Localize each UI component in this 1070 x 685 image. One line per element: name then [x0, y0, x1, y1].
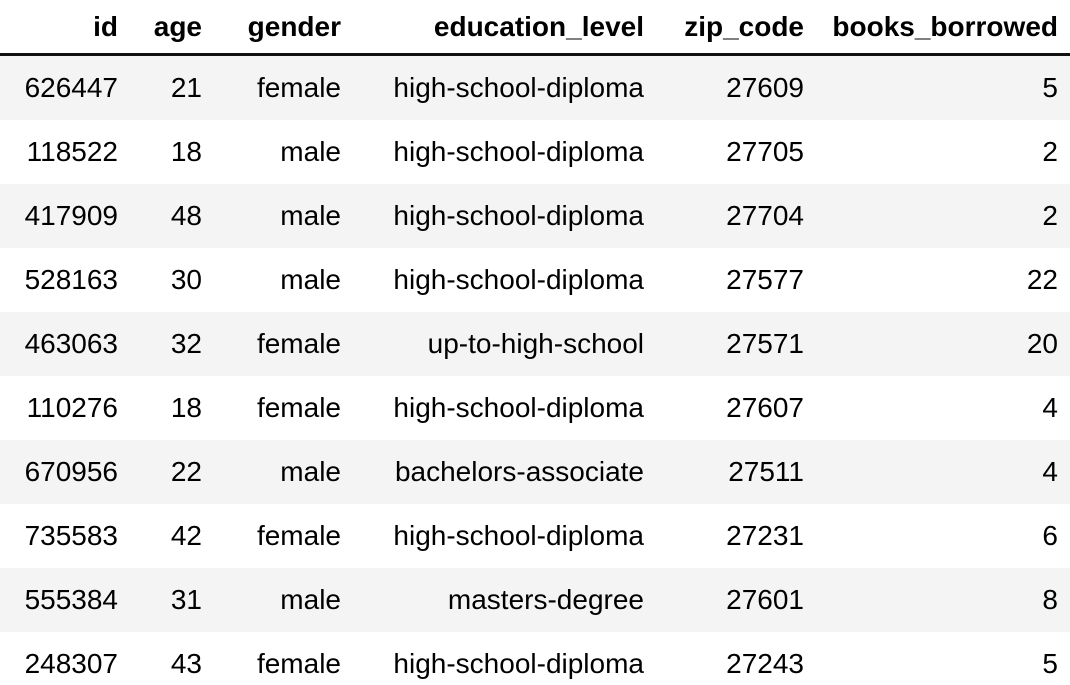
table-row[interactable]: 118522 18 male high-school-diploma 27705 2 — [0, 120, 1070, 184]
cell-gender: female — [202, 376, 342, 440]
cell-gender: female — [202, 312, 342, 376]
data-table: id age gender education_level zip_code b… — [0, 0, 1070, 685]
cell-age: 31 — [130, 568, 202, 632]
cell-gender: female — [202, 504, 342, 568]
cell-books-borrowed: 2 — [804, 184, 1070, 248]
cell-age: 18 — [130, 120, 202, 184]
table-row[interactable]: 735583 42 female high-school-diploma 27231 6 — [0, 504, 1070, 568]
cell-id: 110276 — [0, 376, 130, 440]
cell-id: 463063 — [0, 312, 130, 376]
cell-zip-code: 27607 — [644, 376, 804, 440]
cell-education-level: high-school-diploma — [342, 504, 644, 568]
column-header-age[interactable]: age — [130, 0, 202, 55]
cell-education-level: high-school-diploma — [342, 184, 644, 248]
cell-zip-code: 27231 — [644, 504, 804, 568]
cell-age: 22 — [130, 440, 202, 504]
cell-education-level: high-school-diploma — [342, 248, 644, 312]
table-row[interactable]: 110276 18 female high-school-diploma 27607 4 — [0, 376, 1070, 440]
table-row[interactable]: 463063 32 female up-to-high-school 27571 20 — [0, 312, 1070, 376]
cell-id: 670956 — [0, 440, 130, 504]
cell-zip-code: 27243 — [644, 632, 804, 685]
table-row[interactable]: 626447 21 female high-school-diploma 27609 5 — [0, 54, 1070, 120]
cell-education-level: up-to-high-school — [342, 312, 644, 376]
cell-zip-code: 27704 — [644, 184, 804, 248]
cell-books-borrowed: 5 — [804, 54, 1070, 120]
cell-age: 30 — [130, 248, 202, 312]
cell-id: 118522 — [0, 120, 130, 184]
cell-id: 528163 — [0, 248, 130, 312]
cell-education-level: high-school-diploma — [342, 376, 644, 440]
cell-age: 42 — [130, 504, 202, 568]
cell-gender: male — [202, 568, 342, 632]
cell-id: 248307 — [0, 632, 130, 685]
cell-education-level: masters-degree — [342, 568, 644, 632]
cell-gender: male — [202, 120, 342, 184]
cell-zip-code: 27577 — [644, 248, 804, 312]
cell-books-borrowed: 5 — [804, 632, 1070, 685]
column-header-id[interactable]: id — [0, 0, 130, 55]
cell-age: 21 — [130, 54, 202, 120]
cell-age: 18 — [130, 376, 202, 440]
cell-gender: male — [202, 248, 342, 312]
cell-id: 626447 — [0, 54, 130, 120]
cell-id: 555384 — [0, 568, 130, 632]
column-header-zip-code[interactable]: zip_code — [644, 0, 804, 55]
cell-zip-code: 27601 — [644, 568, 804, 632]
cell-id: 417909 — [0, 184, 130, 248]
table-row[interactable]: 670956 22 male bachelors-associate 27511 4 — [0, 440, 1070, 504]
column-header-education-level[interactable]: education_level — [342, 0, 644, 55]
cell-education-level: high-school-diploma — [342, 632, 644, 685]
cell-books-borrowed: 2 — [804, 120, 1070, 184]
cell-age: 43 — [130, 632, 202, 685]
table-row[interactable]: 248307 43 female high-school-diploma 27243 5 — [0, 632, 1070, 685]
table-row[interactable]: 555384 31 male masters-degree 27601 8 — [0, 568, 1070, 632]
data-table-container: id age gender education_level zip_code b… — [0, 0, 1070, 685]
cell-education-level: bachelors-associate — [342, 440, 644, 504]
table-body: 626447 21 female high-school-diploma 27609 5 1… — [0, 54, 1070, 685]
cell-books-borrowed: 22 — [804, 248, 1070, 312]
cell-books-borrowed: 8 — [804, 568, 1070, 632]
cell-gender: female — [202, 632, 342, 685]
cell-zip-code: 27609 — [644, 54, 804, 120]
cell-zip-code: 27511 — [644, 440, 804, 504]
table-row[interactable]: 417909 48 male high-school-diploma 27704 2 — [0, 184, 1070, 248]
cell-books-borrowed: 4 — [804, 376, 1070, 440]
cell-books-borrowed: 4 — [804, 440, 1070, 504]
cell-gender: male — [202, 184, 342, 248]
cell-id: 735583 — [0, 504, 130, 568]
cell-zip-code: 27705 — [644, 120, 804, 184]
table-header: id age gender education_level zip_code b… — [0, 0, 1070, 55]
cell-gender: female — [202, 54, 342, 120]
cell-gender: male — [202, 440, 342, 504]
cell-education-level: high-school-diploma — [342, 54, 644, 120]
cell-zip-code: 27571 — [644, 312, 804, 376]
table-row[interactable]: 528163 30 male high-school-diploma 27577 22 — [0, 248, 1070, 312]
cell-books-borrowed: 6 — [804, 504, 1070, 568]
cell-education-level: high-school-diploma — [342, 120, 644, 184]
column-header-gender[interactable]: gender — [202, 0, 342, 55]
column-header-books-borrowed[interactable]: books_borrowed — [804, 0, 1070, 55]
table-header-row: id age gender education_level zip_code b… — [0, 0, 1070, 55]
cell-age: 48 — [130, 184, 202, 248]
cell-age: 32 — [130, 312, 202, 376]
cell-books-borrowed: 20 — [804, 312, 1070, 376]
